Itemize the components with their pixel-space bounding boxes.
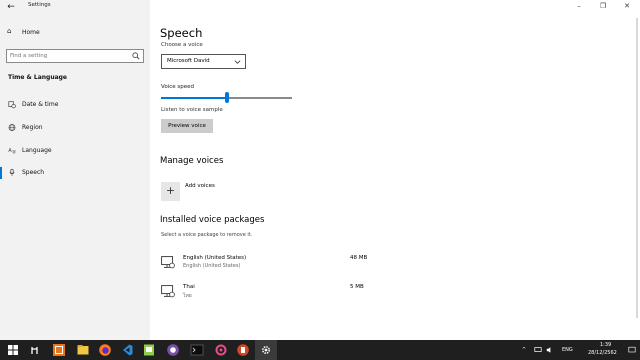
language-icon: A 字 [8, 148, 16, 155]
chevron-down-icon [234, 60, 241, 64]
app-title: Settings [28, 2, 51, 8]
installed-packages-subtitle: Select a voice package to remove it. [161, 232, 253, 238]
screen-recorder-icon[interactable] [166, 343, 180, 357]
volume-icon[interactable] [546, 346, 554, 354]
sidebar-item-language[interactable]: A 字 Language [0, 145, 150, 158]
minimize-icon[interactable]: – [572, 2, 586, 10]
title-bar: ← Settings [0, 0, 150, 14]
add-voices-button[interactable]: + [161, 182, 180, 201]
microphone-icon [9, 168, 15, 177]
search-box[interactable] [6, 49, 144, 63]
nav-home[interactable]: ⌂ Home [0, 27, 150, 40]
installed-packages-heading: Installed voice packages [160, 215, 265, 225]
settings-icon[interactable] [259, 343, 273, 357]
voice-speed-thumb[interactable] [224, 92, 229, 103]
home-icon: ⌂ [7, 27, 12, 35]
voice-speed-fill [161, 97, 227, 99]
voice-package-item[interactable]: Thai ไทย 5 MB [160, 283, 375, 303]
svg-text:字: 字 [12, 149, 16, 155]
search-input[interactable] [10, 50, 128, 62]
close-icon[interactable]: ✕ [620, 2, 634, 10]
network-icon[interactable] [534, 346, 542, 354]
nav-home-label: Home [22, 29, 40, 36]
plus-icon: + [165, 184, 176, 197]
start-icon[interactable] [6, 343, 20, 357]
preview-voice-button[interactable]: Preview voice [161, 119, 213, 133]
manage-voices-heading: Manage voices [160, 156, 224, 166]
add-voices-label[interactable]: Add voices [185, 183, 215, 189]
sidebar-item-label: Region [22, 124, 43, 131]
search-icon[interactable] [132, 52, 140, 60]
selection-indicator [0, 167, 2, 179]
sidebar-item-label: Language [22, 147, 52, 154]
voice-package-size: 48 MB [350, 255, 368, 261]
sidebar-item-region[interactable]: Region [0, 122, 150, 135]
voice-package-icon [161, 285, 175, 298]
back-arrow-icon[interactable]: ← [4, 1, 18, 13]
terminal-icon[interactable] [190, 343, 204, 357]
page-title: Speech [160, 26, 203, 40]
sidebar-item-speech[interactable]: Speech [0, 167, 150, 180]
voice-package-name: English (United States) [183, 255, 247, 261]
vscode-icon[interactable] [120, 343, 134, 357]
voice-dropdown-value: Microsoft David [167, 58, 210, 64]
voice-package-subname: ไทย [183, 293, 192, 299]
scrollbar[interactable] [636, 18, 638, 318]
search-icon[interactable] [28, 343, 42, 357]
voice-dropdown[interactable]: Microsoft David [161, 54, 246, 69]
sidebar-item-label: Date & time [22, 101, 59, 108]
notifications-icon[interactable] [628, 346, 636, 354]
voice-package-icon [161, 256, 175, 269]
sidebar-item-label: Speech [22, 169, 45, 176]
maximize-icon[interactable]: ❐ [596, 2, 610, 10]
powerpoint-icon[interactable] [236, 343, 250, 357]
sidebar-item-date-time[interactable]: Date & time [0, 99, 150, 112]
listen-sample-label: Listen to voice sample [161, 107, 223, 113]
system-tray: ^ ENG 1:39 28/12/2562 [510, 340, 640, 360]
taskbar: ^ ENG 1:39 28/12/2562 [0, 340, 640, 360]
choose-voice-label: Choose a voice [161, 42, 203, 47]
voice-package-size: 5 MB [350, 284, 364, 290]
settings-nav-pane: ← Settings ⌂ Home Time & Language Date &… [0, 0, 150, 340]
window-controls: – ❐ ✕ [570, 0, 640, 14]
settings-tool-icon[interactable] [214, 343, 228, 357]
section-title: Time & Language [8, 74, 68, 81]
voice-package-subname: English (United States) [183, 263, 241, 269]
globe-icon [8, 124, 16, 131]
voice-package-item[interactable]: English (United States) English (United … [160, 254, 375, 274]
clock-calendar-icon [8, 101, 16, 109]
content-pane: – ❐ ✕ Speech Choose a voice Microsoft Da… [150, 0, 640, 340]
file-manager-icon[interactable] [76, 343, 90, 357]
input-language[interactable]: ENG [562, 347, 573, 353]
voice-package-name: Thai [183, 284, 195, 290]
voice-speed-label: Voice speed [161, 84, 194, 90]
firefox-icon[interactable] [98, 343, 112, 357]
chevron-up-icon[interactable]: ^ [522, 347, 526, 353]
task-view-icon[interactable] [52, 343, 66, 357]
clock-time[interactable]: 1:39 [600, 342, 611, 348]
android-studio-icon[interactable] [142, 343, 156, 357]
clock-date[interactable]: 28/12/2562 [588, 350, 617, 356]
